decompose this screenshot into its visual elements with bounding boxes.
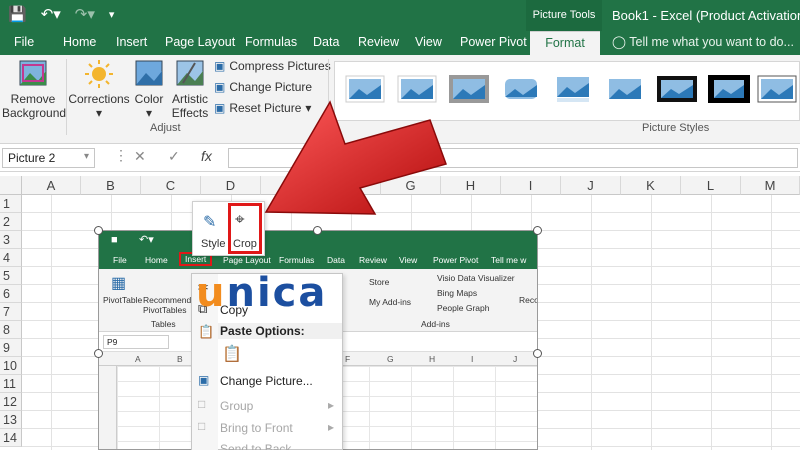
annotation-arrow xyxy=(264,100,447,215)
